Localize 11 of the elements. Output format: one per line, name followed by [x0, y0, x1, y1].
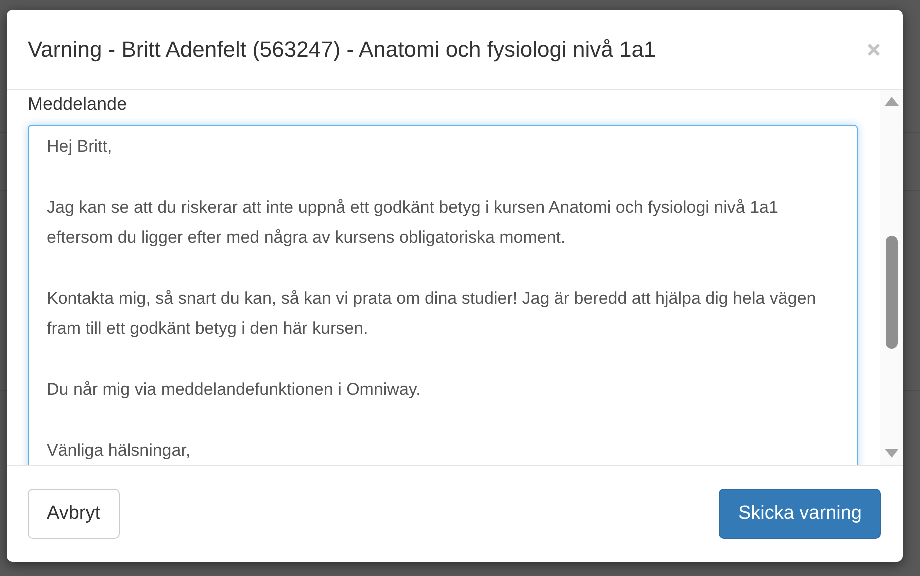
dialog-title: Varning - Britt Adenfelt (563247) - Anatomi och fysiologi nivå 1a1	[28, 36, 656, 62]
scrollbar[interactable]	[880, 90, 903, 465]
scroll-down-icon[interactable]	[884, 449, 898, 459]
message-field[interactable]: Hej Britt, Jag kan se att du riskerar att inte uppnå ett godkänt betyg i kursen Anatomi och fysiologi nivå 1a1 eftersom du ligger efter med några av kursens obligatoriska moment. Kontakta mig, så snart du kan, så kan vi prata om dina studier! Jag är beredd att hjälpa dig hela vägen fram till ett godkänt betyg i den här kursen. Du når mig via meddelandefunktionen i Omniway. Vänliga hälsningar,	[28, 125, 858, 465]
send-button[interactable]: Skicka varning	[719, 489, 881, 539]
field-label: Meddelande	[28, 94, 128, 115]
cancel-button[interactable]: Avbryt	[28, 489, 120, 539]
close-button[interactable]	[867, 42, 881, 56]
close-icon	[867, 42, 881, 56]
scroll-up-icon[interactable]	[884, 96, 898, 106]
scrollbar-thumb[interactable]	[886, 236, 898, 349]
